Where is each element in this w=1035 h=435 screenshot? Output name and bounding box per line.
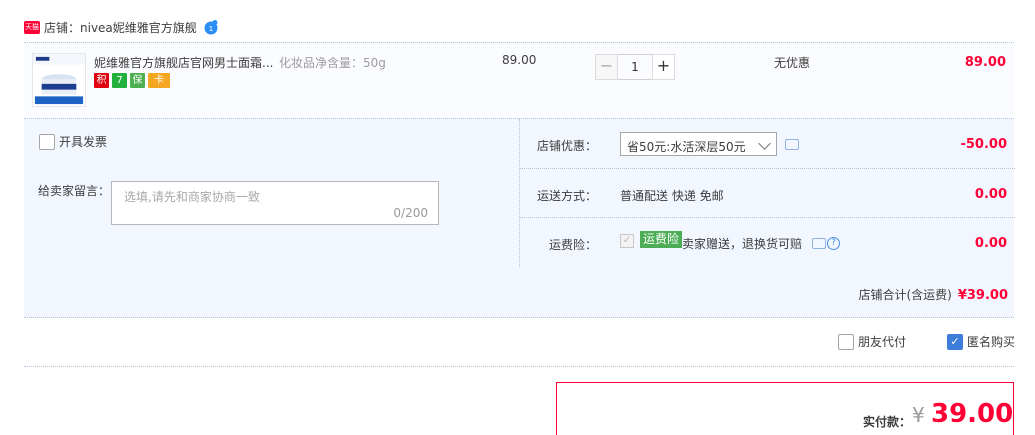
- quantity-input[interactable]: 1: [618, 54, 652, 80]
- help-icon[interactable]: ?: [827, 237, 840, 250]
- discount-select[interactable]: 省50元:水活深层50元: [620, 132, 777, 156]
- discount-amount: -50.00: [960, 137, 1007, 152]
- invoice-label: 开具发票: [59, 135, 108, 149]
- svg-text:1: 1: [209, 25, 213, 33]
- item-subtotal: 89.00: [964, 55, 1006, 70]
- insurance-row: 运费险： ✓ 运费险 卖家赠送，退换货可赔 ? 0.00: [520, 217, 1015, 266]
- product-thumbnail[interactable]: [32, 53, 86, 107]
- wangwang-chat-icon[interactable]: 1: [203, 19, 219, 35]
- comment-icon[interactable]: [812, 238, 826, 249]
- anonymous-checkbox[interactable]: ✓: [947, 333, 964, 350]
- order-item-row: 妮维雅官方旗舰店官网男士面霜... 化妆品净含量：50g 积 7 保 卡 89.…: [24, 42, 1014, 118]
- increase-quantity-button[interactable]: +: [652, 54, 675, 80]
- quantity-stepper: − 1 +: [595, 54, 675, 80]
- tmall-badge: 天猫: [24, 20, 40, 34]
- friend-pay-option[interactable]: 朋友代付: [838, 333, 906, 350]
- shop-fees-column: 店铺优惠： 省50元:水活深层50元 -50.00 运送方式： 普通配送 快递 …: [519, 119, 1015, 267]
- invoice-checkbox[interactable]: [39, 133, 55, 150]
- message-char-count: 0/200: [393, 206, 428, 220]
- shipping-method: 普通配送 快递 免邮: [620, 189, 724, 203]
- payment-currency: ¥: [912, 403, 925, 427]
- anonymous-label: 匿名购买: [967, 335, 1016, 349]
- divider: [24, 366, 1014, 367]
- payment-label: 实付款：: [863, 415, 912, 429]
- discount-label: 店铺优惠：: [536, 139, 597, 153]
- decrease-quantity-button[interactable]: −: [595, 54, 618, 80]
- guarantee-icon[interactable]: 保: [130, 73, 145, 88]
- discount-selected: 省50元:水活深层50元: [627, 140, 746, 154]
- friend-pay-label: 朋友代付: [858, 335, 907, 349]
- service-icons: 积 7 保 卡: [94, 73, 170, 88]
- payment-summary: 实付款： ¥ 39.00: [556, 382, 1014, 435]
- insurance-label: 运费险：: [548, 238, 597, 252]
- message-label: 给卖家留言：: [38, 184, 111, 198]
- seller-message-textarea[interactable]: 选填,请先和商家协商一致 0/200: [111, 181, 439, 225]
- anonymous-purchase-option[interactable]: ✓ 匿名购买: [947, 333, 1015, 350]
- points-icon[interactable]: 积: [94, 73, 109, 88]
- insurance-tag: 运费险: [640, 231, 683, 248]
- chevron-down-icon: [758, 137, 771, 150]
- friend-pay-checkbox[interactable]: [838, 333, 854, 350]
- invoice-option[interactable]: 开具发票: [39, 133, 107, 150]
- insurance-amount: 0.00: [974, 236, 1007, 251]
- insurance-checkbox: ✓: [620, 234, 634, 248]
- insurance-description: 卖家赠送，退换货可赔: [682, 237, 803, 251]
- item-sku: 化妆品净含量：50g: [279, 56, 386, 70]
- shop-total-amount: ¥39.00: [957, 288, 1008, 303]
- shipping-label: 运送方式：: [536, 189, 597, 203]
- shop-header: 天猫 店铺：nivea妮维雅官方旗舰 1: [24, 14, 219, 40]
- item-title[interactable]: 妮维雅官方旗舰店官网男士面霜...: [94, 54, 279, 71]
- message-placeholder: 选填,请先和商家协商一致: [124, 190, 260, 204]
- unit-price: 89.00: [502, 53, 537, 67]
- card-payment-icon[interactable]: 卡: [148, 73, 170, 88]
- item-promotion: 无优惠: [774, 56, 811, 70]
- shop-total-label: 店铺合计(含运费): [858, 288, 952, 302]
- shop-name[interactable]: 店铺：nivea妮维雅官方旗舰: [44, 19, 197, 36]
- shipping-row: 运送方式： 普通配送 快递 免邮 0.00: [520, 168, 1015, 217]
- shop-total: 店铺合计(含运费) ¥39.00: [858, 286, 1008, 303]
- order-options-panel: 开具发票 给卖家留言： 选填,请先和商家协商一致 0/200 店铺优惠： 省50…: [24, 118, 1015, 318]
- shipping-amount: 0.00: [974, 187, 1007, 202]
- seven-day-return-icon[interactable]: 7: [112, 73, 127, 88]
- payment-amount: 39.00: [931, 399, 1014, 429]
- purchase-options: 朋友代付 ✓ 匿名购买: [838, 333, 1015, 350]
- comment-icon[interactable]: [785, 139, 799, 150]
- discount-row: 店铺优惠： 省50元:水活深层50元 -50.00: [520, 119, 1015, 168]
